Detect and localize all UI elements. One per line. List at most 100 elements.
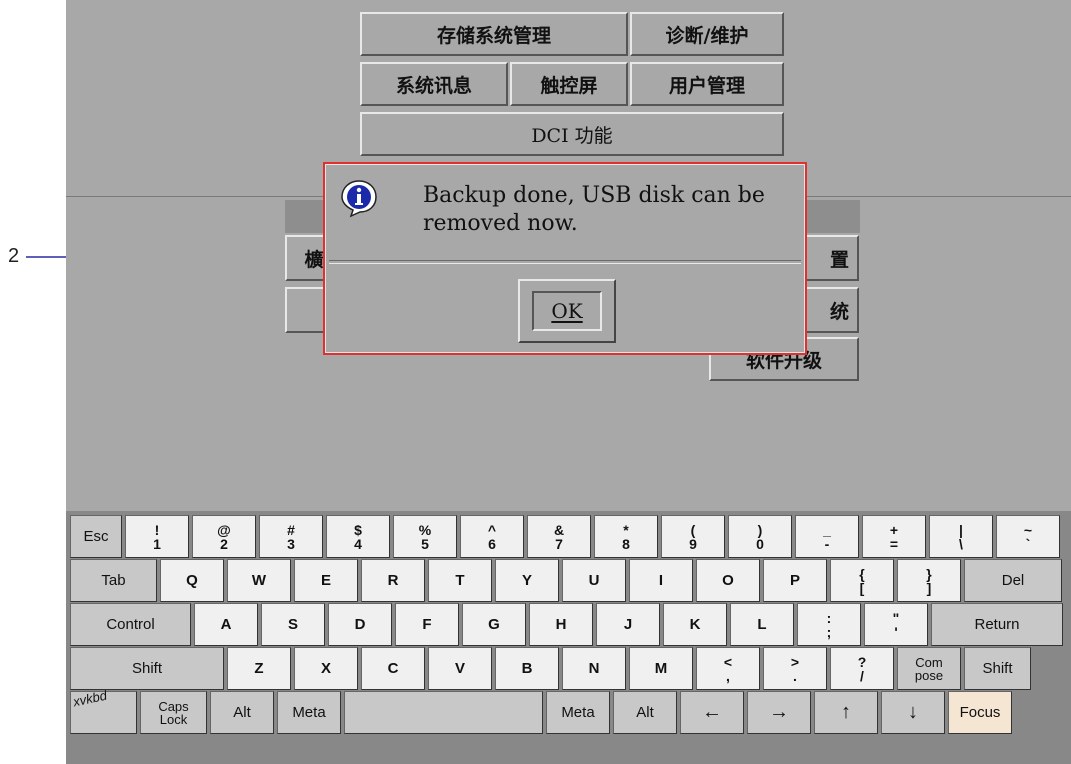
key-e[interactable]: E [294, 559, 358, 602]
key-rbrace[interactable]: }] [897, 559, 961, 602]
key-down[interactable]: ↓ [881, 691, 945, 734]
key-compose-label: Com pose [914, 654, 944, 683]
key-tilde[interactable]: ~ ` [996, 515, 1060, 558]
key-i[interactable]: I [629, 559, 693, 602]
ok-button[interactable]: OK [518, 279, 616, 343]
key-z[interactable]: Z [227, 647, 291, 690]
annotation-number: 2 [8, 245, 20, 267]
key-p[interactable]: P [763, 559, 827, 602]
key-a[interactable]: A [194, 603, 258, 646]
key-equal[interactable]: + = [862, 515, 926, 558]
key-space[interactable] [344, 691, 543, 734]
key-left[interactable]: ← [680, 691, 744, 734]
key-1[interactable]: ! 1 [125, 515, 189, 558]
key-h[interactable]: H [529, 603, 593, 646]
key-shift-left[interactable]: Shift [70, 647, 224, 690]
key-f[interactable]: F [395, 603, 459, 646]
key-y[interactable]: Y [495, 559, 559, 602]
key-quote[interactable]: " ' [864, 603, 928, 646]
key-8[interactable]: * 8 [594, 515, 658, 558]
key-8-shift-label: * [623, 521, 629, 538]
key-alt-left-label: Alt [233, 704, 251, 721]
key-capslock-label: Caps Lock [158, 698, 189, 727]
key-up[interactable]: ↑ [814, 691, 878, 734]
key-slash[interactable]: ? / [830, 647, 894, 690]
user-management-button[interactable]: 用户管理 [630, 62, 784, 106]
key-del[interactable]: Del [964, 559, 1062, 602]
key-s[interactable]: S [261, 603, 325, 646]
key-k-label: K [689, 616, 701, 633]
key-d[interactable]: D [328, 603, 392, 646]
key-7-shift-label: & [553, 521, 565, 538]
key-b[interactable]: B [495, 647, 559, 690]
key-4[interactable]: $4 [326, 515, 390, 558]
diagnostics-button[interactable]: 诊断/维护 [630, 12, 784, 56]
key-del-label: Del [1001, 572, 1025, 589]
key-esc[interactable]: Esc [70, 515, 122, 558]
key-shift-right[interactable]: Shift [964, 647, 1031, 690]
key-meta-right[interactable]: Meta [546, 691, 610, 734]
key-t[interactable]: T [428, 559, 492, 602]
key-minus[interactable]: _ - [795, 515, 859, 558]
key-r[interactable]: R [361, 559, 425, 602]
key-xvkbd[interactable]: xvkbd [70, 688, 137, 734]
key-2[interactable]: @2 [192, 515, 256, 558]
key-n[interactable]: N [562, 647, 626, 690]
key-l[interactable]: L [730, 603, 794, 646]
key-3[interactable]: #3 [259, 515, 323, 558]
key-focus[interactable]: Focus [948, 691, 1012, 734]
key-6[interactable]: ^ 6 [460, 515, 524, 558]
key-d-label: D [354, 616, 366, 633]
key-x-label: X [320, 660, 331, 677]
key-capslock[interactable]: Caps Lock [140, 691, 207, 734]
storage-management-button[interactable]: 存储系统管理 [360, 12, 628, 56]
key-m[interactable]: M [629, 647, 693, 690]
key-7-label: 7 [555, 535, 563, 552]
key-backslash[interactable]: | \ [929, 515, 993, 558]
key-return[interactable]: Return [931, 603, 1063, 646]
key-6-shift-label: ^ [487, 521, 497, 538]
key-7[interactable]: & 7 [527, 515, 591, 558]
key-semicolon[interactable]: :; [797, 603, 861, 646]
key-compose[interactable]: Com pose [897, 647, 961, 690]
touchscreen-button[interactable]: 触控屏 [510, 62, 628, 106]
key-right-label: → [769, 701, 789, 723]
key-j-label: J [623, 616, 633, 633]
system-info-button[interactable]: 系统讯息 [360, 62, 508, 106]
key-lbrace[interactable]: {[ [830, 559, 894, 602]
key-control[interactable]: Control [70, 603, 191, 646]
key-0[interactable]: ) 0 [728, 515, 792, 558]
key-w[interactable]: W [227, 559, 291, 602]
key-minus-shift-label: _ [823, 521, 831, 538]
key-c[interactable]: C [361, 647, 425, 690]
key-1-label: 1 [153, 535, 161, 552]
key-right[interactable]: → [747, 691, 811, 734]
key-alt-left[interactable]: Alt [210, 691, 274, 734]
key-slash-shift-label: ? [857, 653, 867, 670]
key-comma[interactable]: <, [696, 647, 760, 690]
key-rbrace-label: ] [926, 579, 932, 596]
key-tab[interactable]: Tab [70, 559, 157, 602]
key-period[interactable]: >. [763, 647, 827, 690]
dci-button[interactable]: DCI 功能 [360, 112, 784, 156]
key-x[interactable]: X [294, 647, 358, 690]
key-q[interactable]: Q [160, 559, 224, 602]
key-r-label: R [387, 572, 399, 589]
key-alt-right[interactable]: Alt [613, 691, 677, 734]
system-button[interactable]: 统 [801, 287, 859, 333]
key-esc-label: Esc [83, 528, 109, 545]
key-tilde-label: ` [1025, 535, 1031, 552]
key-j[interactable]: J [596, 603, 660, 646]
key-u[interactable]: U [562, 559, 626, 602]
key-5[interactable]: % 5 [393, 515, 457, 558]
key-i-label: I [658, 572, 664, 589]
key-v[interactable]: V [428, 647, 492, 690]
key-o[interactable]: O [696, 559, 760, 602]
key-backslash-label: \ [959, 535, 963, 552]
key-9[interactable]: (9 [661, 515, 725, 558]
key-meta-left[interactable]: Meta [277, 691, 341, 734]
key-k[interactable]: K [663, 603, 727, 646]
settings-button[interactable]: 置 [801, 235, 859, 281]
key-tilde-shift-label: ~ [1023, 521, 1033, 538]
key-g[interactable]: G [462, 603, 526, 646]
